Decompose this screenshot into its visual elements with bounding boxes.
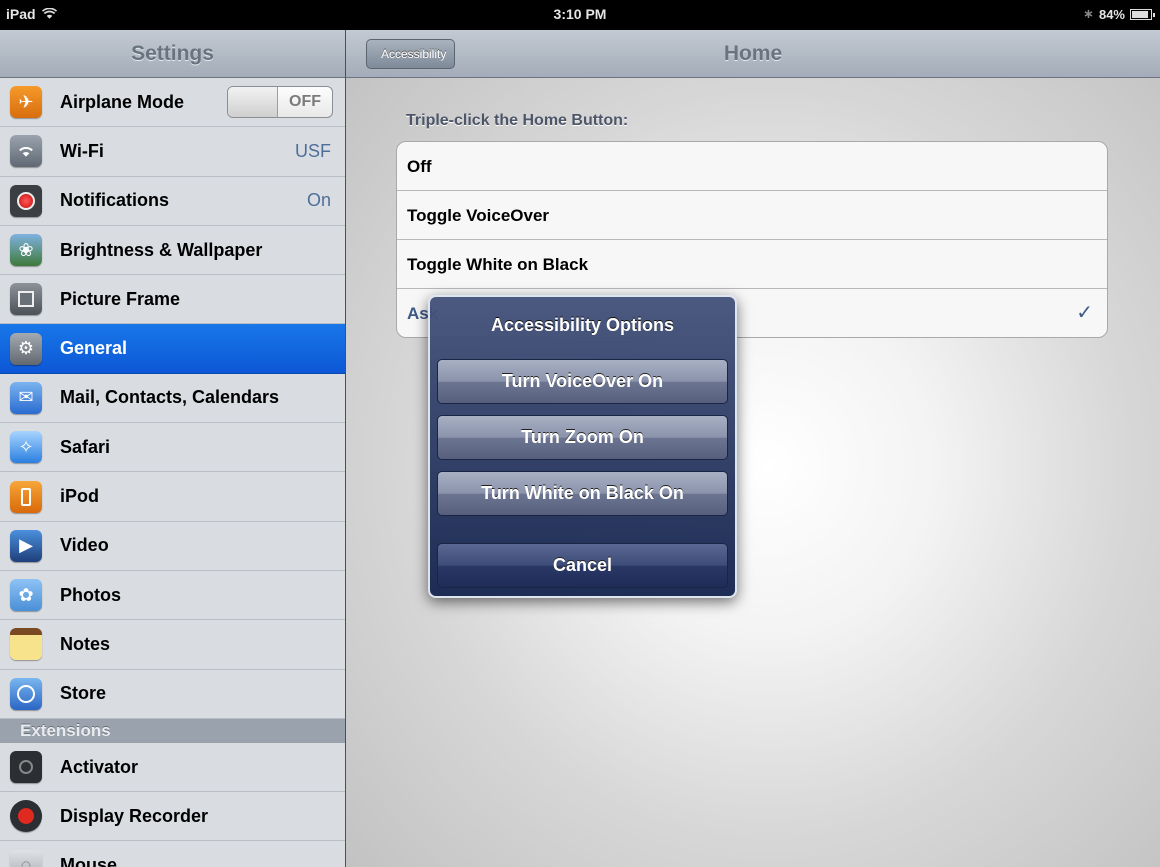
airplane-mode-toggle[interactable]: OFF <box>227 86 333 118</box>
detail-nav-bar: Accessibility Home <box>346 30 1160 78</box>
notifications-value: On <box>306 190 331 211</box>
settings-item-label: General <box>60 338 128 359</box>
notifications-icon <box>10 184 42 217</box>
settings-item-mail-contacts-calendars[interactable]: ✉ Mail, Contacts, Calendars <box>0 373 345 424</box>
store-icon <box>10 677 42 710</box>
settings-item-video[interactable]: ▶ Video <box>0 521 345 571</box>
toggle-state: OFF <box>289 93 321 110</box>
settings-item-label: Picture Frame <box>60 288 181 309</box>
option-label: Off <box>407 157 432 176</box>
turn-zoom-on-button[interactable]: Turn Zoom On <box>437 415 728 460</box>
settings-item-notes[interactable]: Notes <box>0 620 345 670</box>
settings-item-ipod[interactable]: iPod <box>0 472 345 522</box>
settings-item-label: Airplane Mode <box>60 91 185 112</box>
settings-item-label: Wi-Fi <box>60 140 104 161</box>
settings-item-label: Store <box>60 683 107 704</box>
settings-item-airplane-mode[interactable]: ✈ Airplane Mode OFF <box>0 78 345 128</box>
bluetooth-icon: ∗ <box>1083 6 1094 21</box>
alert-title: Accessibility Options <box>490 315 675 335</box>
accessibility-options-alert: Accessibility Options Turn VoiceOver On … <box>428 295 737 598</box>
settings-item-label: Safari <box>60 436 111 457</box>
turn-voiceover-on-button[interactable]: Turn VoiceOver On <box>437 359 728 404</box>
airplane-icon: ✈ <box>10 86 42 119</box>
settings-item-mouse[interactable]: ◌ Mouse <box>0 841 345 867</box>
wallpaper-icon: ❀ <box>10 234 42 267</box>
battery-icon <box>1130 8 1155 20</box>
wifi-network-value: USF <box>295 140 331 161</box>
activator-icon <box>10 751 42 783</box>
settings-item-notifications[interactable]: Notifications On <box>0 176 345 226</box>
group-header: Triple-click the Home Button: <box>406 112 629 129</box>
cancel-button[interactable]: Cancel <box>437 543 728 588</box>
settings-item-label: Brightness & Wallpaper <box>60 239 263 260</box>
page-title: Home <box>723 42 783 65</box>
gear-icon: ⚙ <box>10 332 42 365</box>
option-toggle-voiceover[interactable]: Toggle VoiceOver <box>397 191 1107 240</box>
settings-item-picture-frame[interactable]: Picture Frame <box>0 275 345 325</box>
settings-item-label: Notifications <box>60 190 170 211</box>
status-time: 3:10 PM <box>553 6 607 22</box>
wifi-icon <box>10 135 42 168</box>
ipod-icon <box>10 480 42 513</box>
settings-item-label: Display Recorder <box>60 805 209 826</box>
settings-item-activator[interactable]: Activator <box>0 742 345 793</box>
option-toggle-white-on-black[interactable]: Toggle White on Black <box>397 240 1107 289</box>
toggle-knob <box>228 87 278 117</box>
status-bar: iPad 3:10 PM ∗ 84% <box>0 0 1160 30</box>
settings-item-label: Notes <box>60 633 111 654</box>
section-header-extensions: Extensions <box>0 718 345 743</box>
option-label: Toggle VoiceOver <box>407 206 550 225</box>
safari-compass-icon: ✧ <box>10 431 42 464</box>
settings-item-wifi[interactable]: Wi-Fi USF <box>0 127 345 177</box>
option-label: Toggle White on Black <box>407 255 589 274</box>
settings-item-label: Mail, Contacts, Calendars <box>60 387 280 408</box>
settings-item-label: Mouse <box>60 855 118 867</box>
photos-sunflower-icon: ✿ <box>10 579 42 612</box>
settings-item-label: iPod <box>60 486 99 507</box>
checkmark-icon: ✓ <box>1076 302 1093 324</box>
settings-title: Settings <box>0 30 345 78</box>
settings-item-general[interactable]: ⚙ General <box>0 324 345 374</box>
settings-item-store[interactable]: Store <box>0 669 345 719</box>
settings-item-label: Video <box>60 535 109 556</box>
battery-percent: 84% <box>1098 6 1125 22</box>
settings-sidebar: Settings ✈ Airplane Mode OFF Wi-Fi USF N… <box>0 30 345 867</box>
record-icon <box>10 800 42 833</box>
settings-item-display-recorder[interactable]: Display Recorder <box>0 792 345 842</box>
notes-icon <box>10 628 42 661</box>
settings-item-label: Activator <box>60 756 139 777</box>
turn-white-on-black-on-button[interactable]: Turn White on Black On <box>437 471 728 516</box>
video-clapper-icon: ▶ <box>10 529 42 562</box>
mail-icon: ✉ <box>10 381 42 414</box>
settings-item-safari[interactable]: ✧ Safari <box>0 423 345 473</box>
settings-item-brightness-wallpaper[interactable]: ❀ Brightness & Wallpaper <box>0 225 345 276</box>
settings-item-label: Photos <box>60 584 121 605</box>
picture-frame-icon <box>10 283 42 316</box>
option-off[interactable]: Off <box>397 142 1107 191</box>
settings-item-photos[interactable]: ✿ Photos <box>0 570 345 621</box>
mouse-icon: ◌ <box>10 849 42 867</box>
